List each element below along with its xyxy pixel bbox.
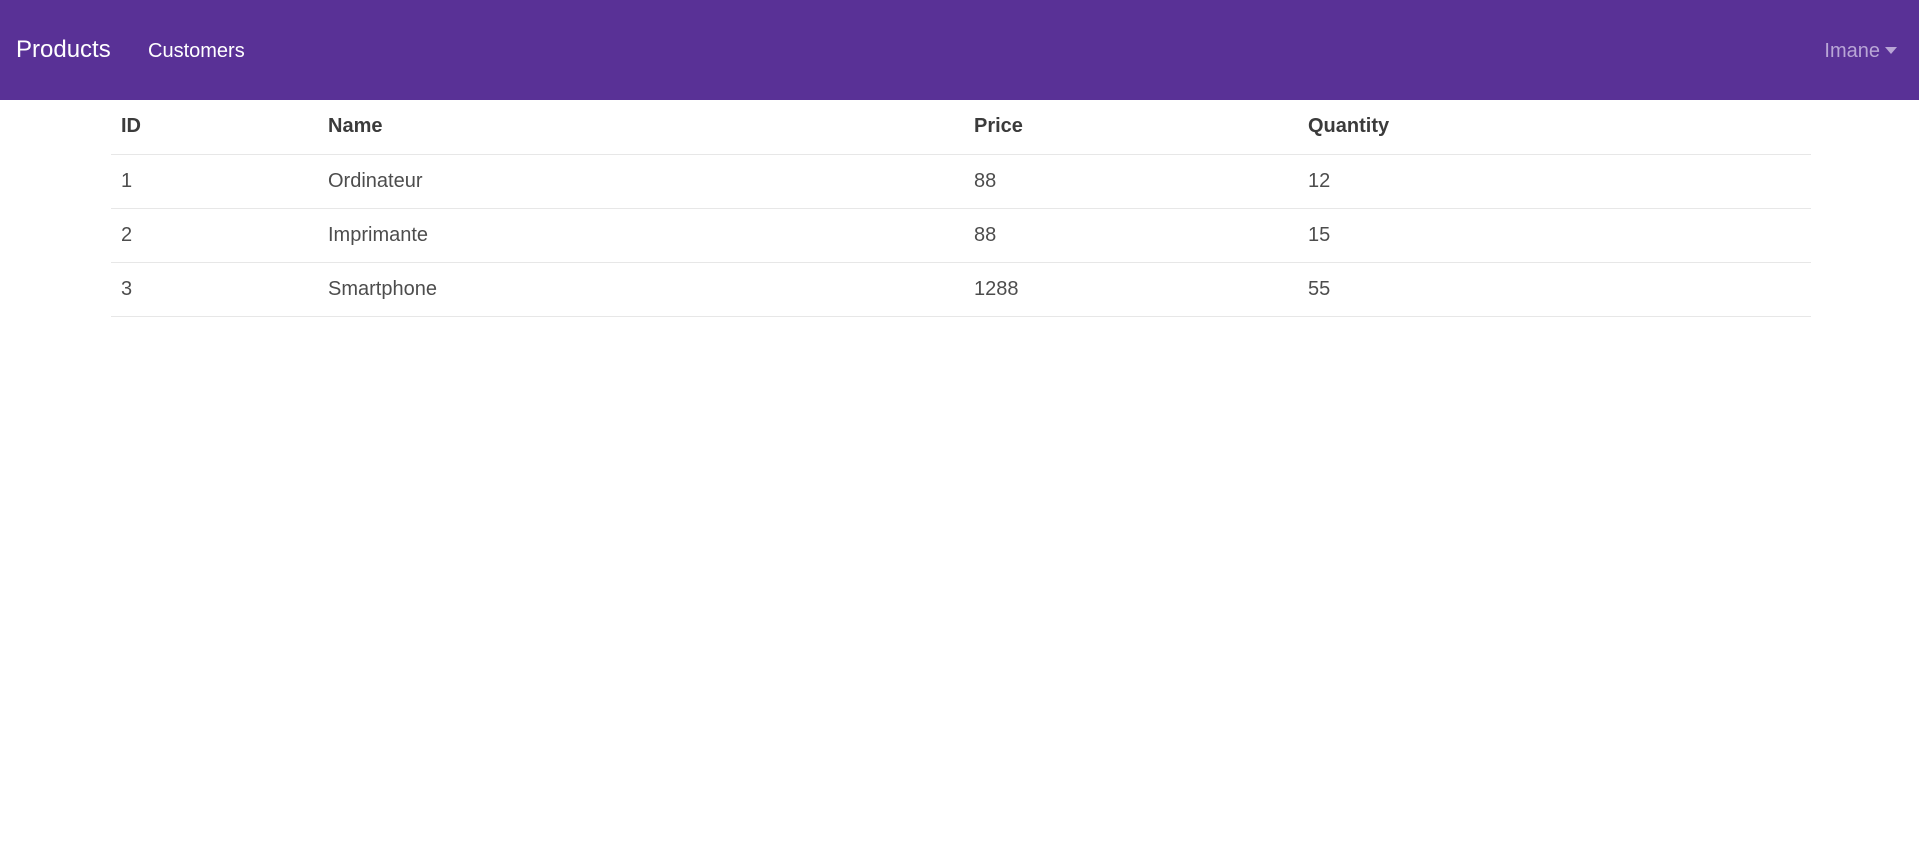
cell-price: 88 — [964, 154, 1298, 209]
column-header-name: Name — [318, 100, 964, 155]
table-row: 2 Imprimante 88 15 — [111, 208, 1811, 263]
table-row: 1 Ordinateur 88 12 — [111, 154, 1811, 209]
column-header-id: ID — [111, 100, 318, 155]
brand-products-link[interactable]: Products — [16, 33, 111, 67]
nav-link-customers[interactable]: Customers — [148, 37, 245, 65]
user-name-label: Imane — [1824, 40, 1880, 62]
table-row: 3 Smartphone 1288 55 — [111, 262, 1811, 317]
cell-quantity: 15 — [1298, 208, 1811, 263]
column-header-price: Price — [964, 100, 1298, 155]
cell-id: 1 — [111, 154, 318, 209]
table-header: ID Name Price Quantity — [111, 100, 1811, 155]
cell-name: Ordinateur — [318, 154, 964, 209]
cell-name: Imprimante — [318, 208, 964, 263]
caret-down-icon — [1885, 46, 1897, 54]
cell-quantity: 12 — [1298, 154, 1811, 209]
cell-quantity: 55 — [1298, 262, 1811, 317]
top-navbar: Products Customers Imane — [0, 0, 1919, 100]
user-dropdown-toggle[interactable]: Imane — [1824, 37, 1897, 65]
cell-name: Smartphone — [318, 262, 964, 317]
table-header-row: ID Name Price Quantity — [111, 100, 1811, 155]
cell-price: 88 — [964, 208, 1298, 263]
cell-id: 3 — [111, 262, 318, 317]
column-header-quantity: Quantity — [1298, 100, 1811, 155]
cell-price: 1288 — [964, 262, 1298, 317]
cell-id: 2 — [111, 208, 318, 263]
products-table-container: ID Name Price Quantity 1 Ordinateur 88 1… — [111, 100, 1811, 317]
table-body: 1 Ordinateur 88 12 2 Imprimante 88 15 3 … — [111, 154, 1811, 317]
products-table: ID Name Price Quantity 1 Ordinateur 88 1… — [111, 100, 1811, 317]
